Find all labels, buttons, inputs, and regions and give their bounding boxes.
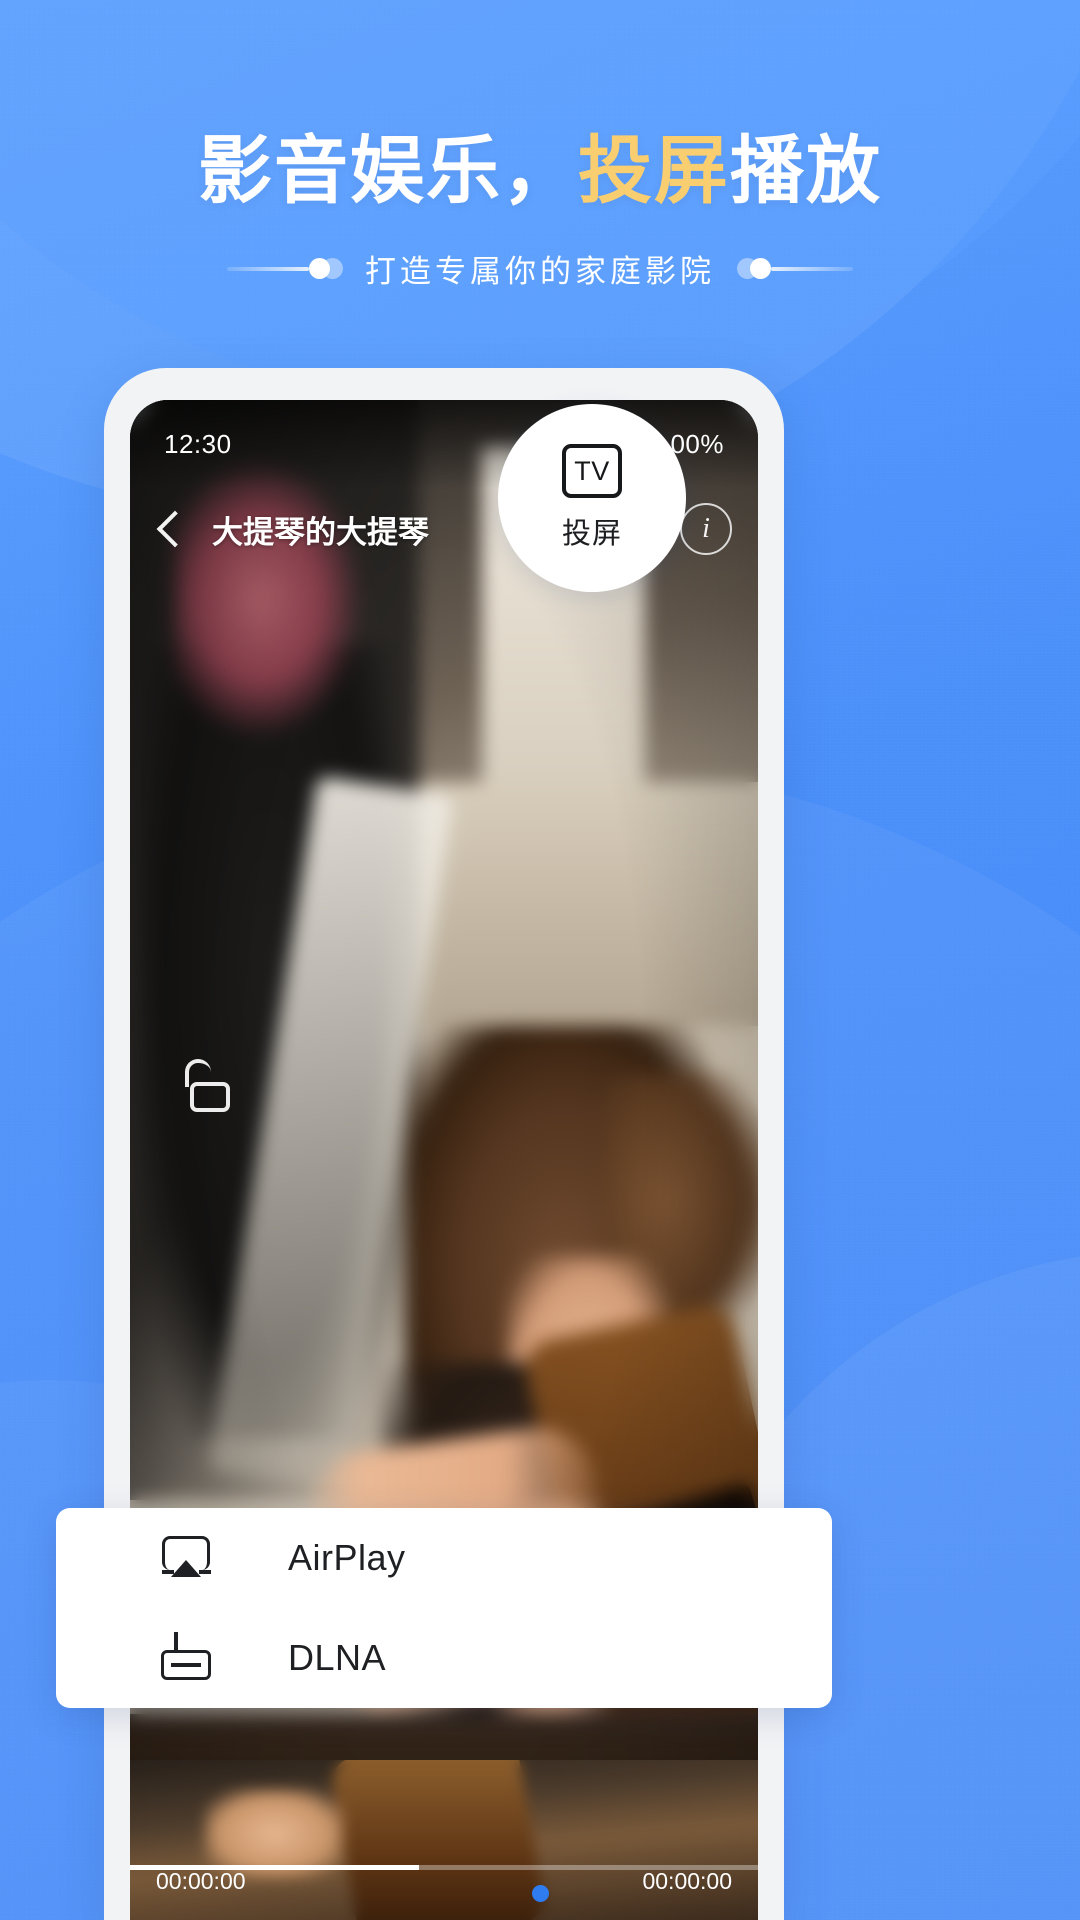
subtitle-decoration-left: [227, 254, 343, 284]
page-subtitle: 打造专属你的家庭影院: [365, 254, 715, 289]
list-item-label: DLNA: [288, 1637, 387, 1678]
back-chevron-icon[interactable]: [156, 510, 194, 548]
cast-options-sheet: AirPlay DLNA: [56, 1508, 832, 1708]
tv-icon: TV: [562, 444, 622, 498]
page-dot-active[interactable]: [531, 1885, 549, 1902]
dlna-antenna-shape: [174, 1632, 178, 1652]
cast-callout-badge[interactable]: TV 投屏: [498, 404, 686, 592]
decoration-line-right-wrap: [771, 266, 853, 271]
status-bar-battery-percent: 00%: [670, 428, 724, 459]
page-title-part1: 影音娱乐，: [198, 129, 578, 212]
lock-body: [185, 1059, 230, 1112]
info-icon[interactable]: i: [680, 503, 732, 555]
unlock-icon[interactable]: [178, 1048, 242, 1112]
list-item-label: AirPlay: [288, 1537, 406, 1578]
decoration-line-left: [227, 266, 309, 271]
cast-callout-label: 投屏: [561, 518, 622, 550]
dlna-line-shape: [171, 1663, 201, 1667]
airplay-icon: [158, 1530, 214, 1586]
list-item[interactable]: DLNA: [56, 1608, 832, 1708]
subtitle-row: 打造专属你的家庭影院: [0, 246, 1080, 291]
header: 影音娱乐，投屏播放 打造专属你的家庭影院: [0, 0, 1080, 291]
decoration-dot-solid-right: [750, 258, 771, 279]
page-indicator: [0, 1885, 1080, 1902]
airplay-triangle-shape: [171, 1560, 201, 1577]
status-bar-time: 12:30: [164, 428, 232, 459]
page-title-part2: 播放: [730, 129, 882, 212]
lock-shackle: [185, 1059, 211, 1087]
page-title: 影音娱乐，投屏播放: [0, 134, 1080, 208]
video-title: 大提琴的大提琴: [212, 514, 429, 550]
decoration-dot-ghost-left: [322, 258, 343, 279]
page-title-accent: 投屏: [578, 129, 730, 212]
status-bar-right: 00%: [670, 429, 724, 460]
dlna-router-icon: [158, 1630, 214, 1686]
list-item[interactable]: AirPlay: [56, 1508, 832, 1608]
decoration-line-right: [771, 266, 853, 271]
subtitle-decoration-right: [737, 254, 853, 284]
